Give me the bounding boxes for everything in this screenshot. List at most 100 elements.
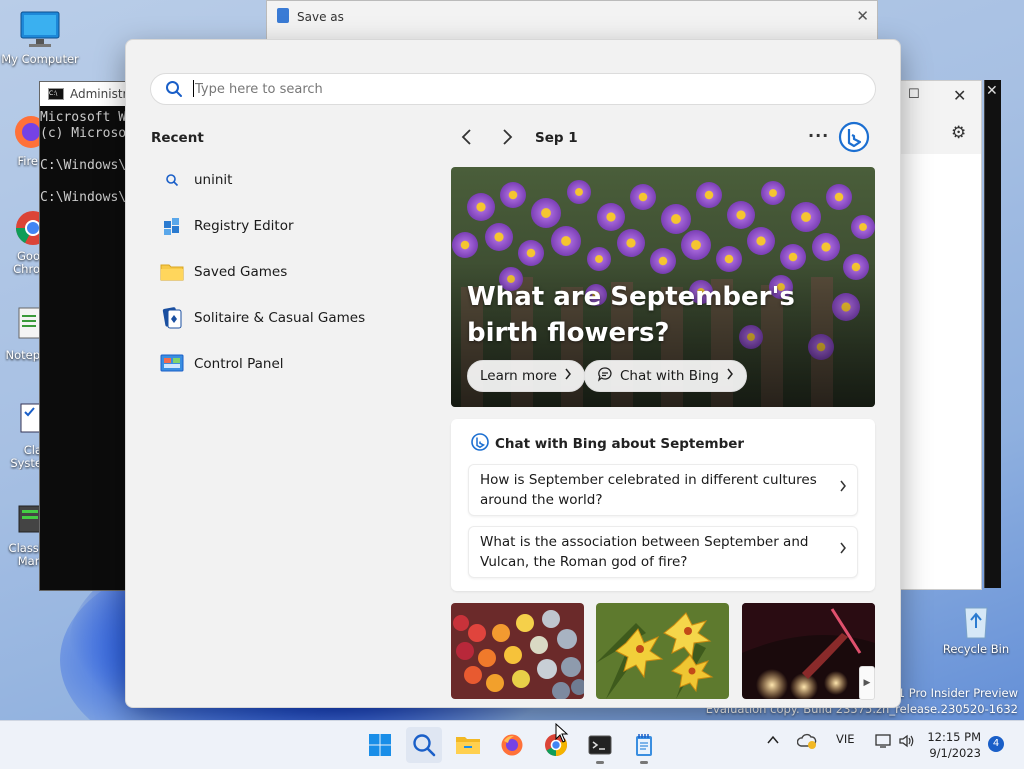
chevron-right-icon [726,368,734,384]
file-explorer-button[interactable] [450,727,486,763]
bing-question-1[interactable]: How is September celebrated in different… [468,464,858,516]
question-text: What is the association between Septembe… [480,534,809,570]
save-as-dialog[interactable]: Save as ✕ [266,0,878,42]
registry-editor-icon [160,214,184,238]
cmd-icon: C:\ [48,88,64,100]
chevron-right-icon [839,479,847,497]
scroll-right-button[interactable]: ▶ [859,666,875,700]
notepad-icon [636,734,652,756]
learn-more-label: Learn more [480,368,557,384]
desktop-icon-recycle-bin[interactable]: Recycle Bin [936,600,1016,656]
notification-badge[interactable]: 4 [988,736,1004,752]
search-icon [165,80,183,102]
thumbnail-colorful-stones[interactable] [451,603,584,699]
desktop-icon-label: Fire [17,154,38,168]
desktop-icon-firefox[interactable]: Fire [0,112,44,168]
onedrive-icon[interactable] [796,732,819,753]
recent-item-label: Saved Games [194,264,288,280]
server-icon [1,500,43,540]
learn-more-button[interactable]: Learn more [467,360,585,392]
folder-icon [456,737,480,754]
desktop-icon-label: Goo Chro [13,249,40,276]
firefox-icon [1,112,44,152]
chevron-right-icon [564,368,572,384]
solitaire-icon [160,306,184,330]
question-text: How is September celebrated in different… [480,472,817,508]
chrome-icon [1,208,44,248]
desktop-icon-label: Cla Syste [10,443,42,470]
notepad-button[interactable] [626,727,662,764]
running-indicator [596,761,604,764]
chat-card-heading: Chat with Bing about September [495,436,745,452]
thumbnail-yellow-lilies[interactable] [596,603,729,699]
recent-item-label: Registry Editor [194,218,294,234]
bing-question-2[interactable]: What is the association between Septembe… [468,526,858,578]
watermark-edition: 11 Pro Insider Preview [890,686,1018,700]
windows-logo-icon [369,734,391,756]
notepad-icon [1,306,43,346]
chevron-right-icon [839,541,847,559]
recent-item-registry-editor[interactable]: Registry Editor [160,208,420,244]
gear-icon[interactable]: ⚙ [951,123,966,143]
clock-date: 9/1/2023 [929,746,981,760]
search-icon [160,168,184,192]
clock-time: 12:15 PM [927,730,981,744]
desktop-icon-chrome[interactable]: Goo Chro [0,208,44,276]
recent-heading: Recent [151,130,204,146]
hero-card-birth-flowers[interactable]: What are September's birth flowers? Lear… [451,167,875,407]
recent-item-label: uninit [194,172,233,188]
thumbnail-violin-concert[interactable] [742,603,875,699]
desktop-icon-notepad[interactable]: Notep [0,306,44,362]
desktop-icon-label: Classi Man [8,541,42,568]
taskbar-search-button[interactable] [406,727,442,763]
settings-window[interactable]: ☐ ✕ ⚙ [898,80,982,590]
desktop-icon-my-computer[interactable]: My Computer [0,10,80,66]
search-input[interactable] [193,78,857,100]
chevron-left-icon[interactable] [460,128,474,151]
folder-icon [160,260,184,284]
terminal-icon [588,735,612,755]
recent-item-solitaire[interactable]: Solitaire & Casual Games [160,300,420,336]
terminal-button[interactable] [582,727,618,764]
chevron-right-icon[interactable] [500,128,514,151]
firefox-button[interactable] [494,727,530,763]
recent-item-saved-games[interactable]: Saved Games [160,254,420,290]
running-indicator [640,761,648,764]
chat-card-header: Chat with Bing about September [471,433,744,455]
close-icon[interactable]: ✕ [986,83,998,99]
notepad-icon [277,8,289,23]
desktop-icon-label: My Computer [1,52,79,66]
network-icon[interactable] [874,733,892,752]
start-button[interactable] [362,727,398,763]
bing-icon[interactable] [838,121,870,153]
search-flyout: Recent uninit Registry Editor Saved Game… [125,39,901,708]
desktop-icon-classic-manager[interactable]: Classi Man [0,500,44,568]
highlights-date: Sep 1 [535,130,578,146]
save-as-title: Save as [297,10,344,24]
chevron-up-icon[interactable] [766,733,780,750]
desktop-icon-label: Recycle Bin [942,642,1010,656]
recent-item-uninit[interactable]: uninit [160,162,420,198]
checklist-icon [1,402,44,442]
desktop-icon-classic-system[interactable]: Cla Syste [0,402,44,470]
clock[interactable]: 12:15 PM 9/1/2023 [921,729,981,761]
chat-with-bing-button[interactable]: Chat with Bing [584,360,747,392]
recent-item-label: Control Panel [194,356,284,372]
search-box[interactable] [150,73,876,105]
control-panel-icon [160,352,184,376]
bing-icon [471,433,489,455]
recent-item-control-panel[interactable]: Control Panel [160,346,420,382]
dark-window-edge[interactable]: ✕ [984,80,1001,588]
monitor-icon [19,10,61,50]
maximize-icon[interactable]: ☐ [908,87,920,102]
close-icon[interactable]: ✕ [856,7,869,25]
chat-bubble-icon [597,366,613,386]
recent-item-label: Solitaire & Casual Games [194,310,366,326]
more-options-icon[interactable]: ··· [808,126,829,145]
mouse-cursor-icon [555,723,569,743]
desktop-icon-label: Notep [5,348,40,362]
recycle-bin-icon [955,600,997,640]
volume-icon[interactable] [898,733,916,752]
language-indicator[interactable]: VIE [836,732,855,746]
close-icon[interactable]: ✕ [953,86,966,105]
